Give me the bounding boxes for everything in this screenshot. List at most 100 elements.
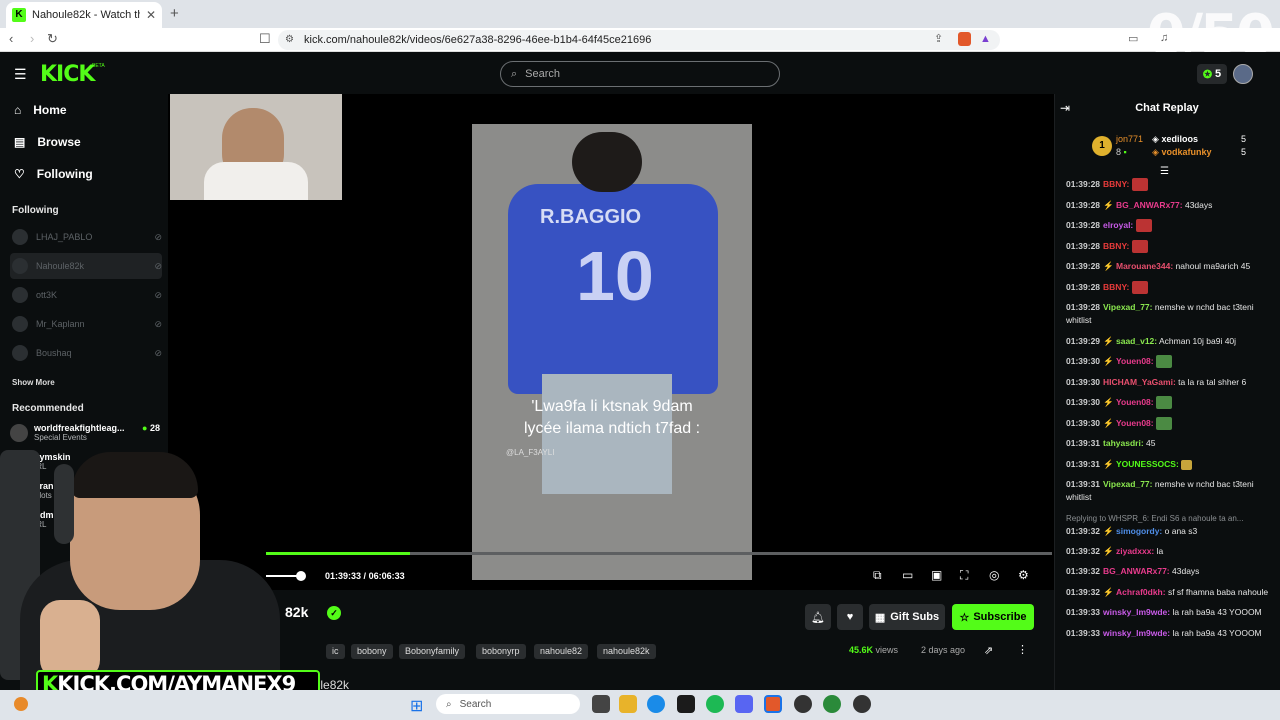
message-username[interactable]: BBNY: xyxy=(1103,179,1129,189)
forward-button[interactable]: › xyxy=(30,31,34,46)
chat-message[interactable]: 01:39:33 winsky_lm9wde: la rah ba9a 43 YO… xyxy=(1066,606,1272,619)
task-view-icon[interactable] xyxy=(592,695,610,713)
edge-icon[interactable] xyxy=(647,695,665,713)
message-username[interactable]: Achraf0dkh: xyxy=(1116,587,1166,597)
app-icon[interactable] xyxy=(823,695,841,713)
kick-logo[interactable]: KICK xyxy=(40,62,95,87)
message-username[interactable]: winsky_lm9wde: xyxy=(1103,628,1170,638)
windows-start-icon[interactable]: ⊞ xyxy=(410,696,423,716)
discord-icon[interactable] xyxy=(735,695,753,713)
obs-icon[interactable] xyxy=(853,695,871,713)
message-username[interactable]: saad_v12: xyxy=(1116,336,1157,346)
followed-channel[interactable]: Boushaq ⊘ xyxy=(10,340,162,366)
chat-message[interactable]: 01:39:32 ⚡ Achraf0dkh: sf sf fhamna baba … xyxy=(1066,586,1272,599)
message-username[interactable]: ziyadxxx: xyxy=(1116,546,1154,556)
close-tab-icon[interactable]: ✕ xyxy=(146,8,156,22)
miniplayer-icon[interactable]: ⧉ xyxy=(873,568,882,583)
chat-message[interactable]: 01:39:28 BBNY: xyxy=(1066,280,1272,294)
search-input[interactable]: ⌕ Search xyxy=(500,61,780,87)
new-tab-button[interactable]: + xyxy=(170,5,179,22)
chat-message[interactable]: 01:39:31 Vipexad_77: nemshe w nchd bac t3… xyxy=(1066,478,1272,504)
chat-message[interactable]: 01:39:30 ⚡ Youen08: xyxy=(1066,396,1272,410)
sidebar-item-home[interactable]: ⌂ Home xyxy=(14,103,67,117)
message-username[interactable]: tahyasdri: xyxy=(1103,438,1144,448)
message-username[interactable]: HICHAM_YaGami: xyxy=(1103,377,1176,387)
message-username[interactable]: BBNY: xyxy=(1103,282,1129,292)
browser-tab[interactable]: K Nahoule82k - Watch the VOD on ✕ xyxy=(6,2,162,28)
followed-channel[interactable]: Nahoule82k ⊘ xyxy=(10,253,162,279)
message-username[interactable]: BG_ANWARx77: xyxy=(1116,200,1183,210)
sidebar-item-browse[interactable]: ▤ Browse xyxy=(14,135,81,149)
rewards-icon[interactable]: ▲ xyxy=(980,33,991,45)
chat-message[interactable]: 01:39:31 tahyasdri: 45 xyxy=(1066,437,1272,450)
back-button[interactable]: ‹ xyxy=(9,31,13,46)
gift-subs-button[interactable]: ▦ Gift Subs xyxy=(869,604,945,630)
tag[interactable]: nahoule82 xyxy=(534,644,589,659)
chat-message[interactable]: 01:39:33 winsky_lm9wde: la rah ba9a 43 YO… xyxy=(1066,627,1272,640)
message-username[interactable]: BBNY: xyxy=(1103,241,1129,251)
notification-bell-button[interactable]: 🔔︎ xyxy=(805,604,831,630)
followed-channel[interactable]: ott3K ⊘ xyxy=(10,282,162,308)
site-info-icon[interactable]: ⚙ xyxy=(285,34,294,45)
chat-message[interactable]: 01:39:28 ⚡ BG_ANWARx77: 43days xyxy=(1066,199,1272,212)
chat-message[interactable]: 01:39:28 ⚡ Marouane344: nahoul ma9arich 4… xyxy=(1066,260,1272,273)
chat-message[interactable]: 01:39:32 BG_ANWARx77: 43days xyxy=(1066,565,1272,578)
taskbar-search-input[interactable]: ⌕ Search xyxy=(436,694,580,714)
message-username[interactable]: elroyal: xyxy=(1103,220,1133,230)
followed-channel[interactable]: LHAJ_PABLO ⊘ xyxy=(10,224,162,250)
chat-message[interactable]: 01:39:28 BBNY: xyxy=(1066,239,1272,253)
filter-icon[interactable]: ☰ xyxy=(1160,166,1169,177)
message-username[interactable]: Vipexad_77: xyxy=(1103,479,1152,489)
clip-icon[interactable]: ▭ xyxy=(902,568,913,582)
leaderboard-others[interactable]: ◈ xediloos 5 ◈ vodkafunky 5 xyxy=(1152,133,1246,159)
sidebar-item-following[interactable]: ♡ Following xyxy=(14,167,93,181)
settings-gear-icon[interactable]: ⚙ xyxy=(1018,568,1029,582)
speed-icon[interactable]: ◎ xyxy=(989,568,999,582)
tag[interactable]: ic xyxy=(326,644,345,659)
chat-message[interactable]: 01:39:32 ⚡ simogordy: o ana s3 xyxy=(1066,525,1272,538)
followed-channel[interactable]: Mr_Kaplann ⊘ xyxy=(10,311,162,337)
brave-shield-icon[interactable] xyxy=(958,32,971,46)
user-avatar[interactable] xyxy=(1233,64,1253,84)
message-username[interactable]: Vipexad_77: xyxy=(1103,302,1152,312)
hamburger-menu-icon[interactable]: ☰ xyxy=(14,66,27,83)
share-icon[interactable]: ⇗ xyxy=(984,644,993,657)
follow-heart-button[interactable]: ♥ xyxy=(837,604,863,630)
chat-message[interactable]: 01:39:30 HICHAM_YaGami: ta la ra tal shhe… xyxy=(1066,376,1272,389)
chat-message[interactable]: 01:39:30 ⚡ Youen08: xyxy=(1066,417,1272,431)
tag[interactable]: nahoule82k xyxy=(597,644,656,659)
chat-message[interactable]: 01:39:28 BBNY: xyxy=(1066,178,1272,192)
chat-message[interactable]: 01:39:28 elroyal: xyxy=(1066,219,1272,233)
file-explorer-icon[interactable] xyxy=(619,695,637,713)
message-username[interactable]: Youen08: xyxy=(1116,356,1154,366)
address-bar[interactable]: kick.com/nahoule82k/videos/6e627a38-8296… xyxy=(278,30,1000,50)
leaderboard-first[interactable]: jon771 8 ▪ xyxy=(1116,133,1143,159)
tag[interactable]: Bobonyfamily xyxy=(399,644,466,659)
message-username[interactable]: simogordy: xyxy=(1116,526,1162,536)
share-page-icon[interactable]: ⇪ xyxy=(934,32,943,45)
weather-icon[interactable] xyxy=(14,697,28,711)
message-username[interactable]: winsky_lm9wde: xyxy=(1103,607,1170,617)
message-username[interactable]: BG_ANWARx77: xyxy=(1103,566,1170,576)
brave-icon[interactable] xyxy=(764,695,782,713)
show-more-button[interactable]: Show More xyxy=(12,378,55,387)
message-username[interactable]: Youen08: xyxy=(1116,397,1154,407)
bookmark-icon[interactable]: ☐ xyxy=(259,31,271,47)
chat-message[interactable]: 01:39:32 ⚡ ziyadxxx: la xyxy=(1066,545,1272,558)
message-username[interactable]: YOUNESSOCS: xyxy=(1116,459,1179,469)
steam-icon[interactable] xyxy=(794,695,812,713)
tag[interactable]: bobony xyxy=(351,644,393,659)
chat-message[interactable]: 01:39:29 ⚡ saad_v12: Achman 10j ba9i 40j xyxy=(1066,335,1272,348)
tag[interactable]: bobonyrp xyxy=(476,644,526,659)
message-username[interactable]: Marouane344: xyxy=(1116,261,1173,271)
fullscreen-icon[interactable]: ⛶ xyxy=(960,568,968,583)
chat-message[interactable]: 01:39:28 Vipexad_77: nemshe w nchd bac t3… xyxy=(1066,301,1272,327)
sidebar-toggle-icon[interactable]: ▭ xyxy=(1128,32,1138,45)
more-options-icon[interactable]: ⋮ xyxy=(1017,643,1028,656)
kicks-balance-button[interactable]: ✪ 5 xyxy=(1197,64,1227,84)
xbox-icon[interactable] xyxy=(677,695,695,713)
spotify-icon[interactable] xyxy=(706,695,724,713)
chat-message[interactable]: 01:39:31 ⚡ YOUNESSOCS: xyxy=(1066,458,1272,471)
message-username[interactable]: Youen08: xyxy=(1116,418,1154,428)
chat-message[interactable]: 01:39:30 ⚡ Youen08: xyxy=(1066,355,1272,369)
